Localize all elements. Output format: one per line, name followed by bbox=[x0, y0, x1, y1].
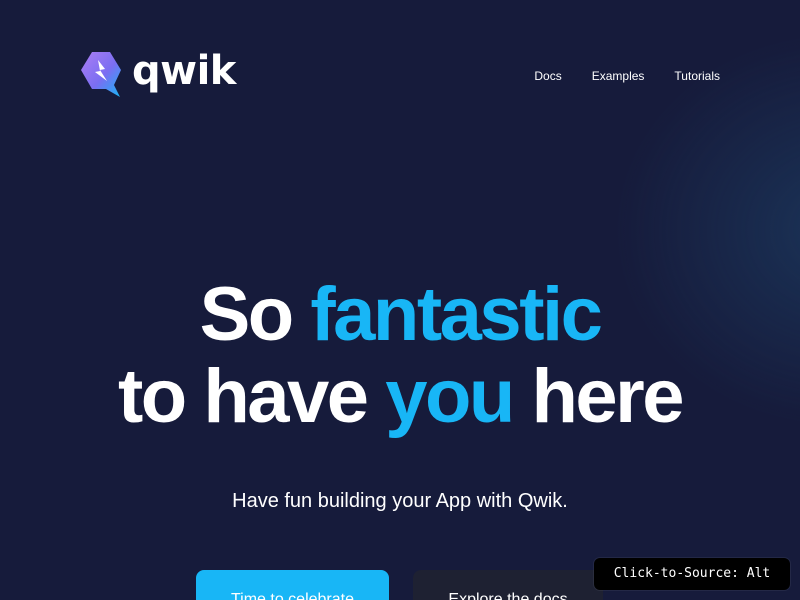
hero-line1-accent: fantastic bbox=[310, 272, 603, 357]
nav-link-docs[interactable]: Docs bbox=[534, 68, 561, 84]
hero-line2-start: to have bbox=[118, 354, 369, 439]
brand-name: qwik bbox=[132, 48, 236, 94]
qwik-logo-icon bbox=[81, 52, 121, 97]
hero-title: So fantastic to have you here bbox=[0, 274, 800, 438]
click-to-source-overlay: Click-to-Source: Alt bbox=[594, 558, 790, 590]
celebrate-button[interactable]: Time to celebrate bbox=[196, 570, 389, 600]
hero-subtitle: Have fun building your App with Qwik. bbox=[232, 490, 568, 512]
hero-line2-accent: you bbox=[385, 354, 515, 439]
hero-line1-plain: So bbox=[199, 272, 295, 357]
brand-logo[interactable]: qwik bbox=[80, 48, 236, 98]
explore-docs-button[interactable]: Explore the docs bbox=[413, 570, 603, 600]
hero-line2-end: here bbox=[531, 354, 684, 439]
nav-link-tutorials[interactable]: Tutorials bbox=[674, 68, 720, 84]
nav-link-examples[interactable]: Examples bbox=[592, 68, 645, 84]
main-nav: Docs Examples Tutorials bbox=[534, 68, 720, 84]
